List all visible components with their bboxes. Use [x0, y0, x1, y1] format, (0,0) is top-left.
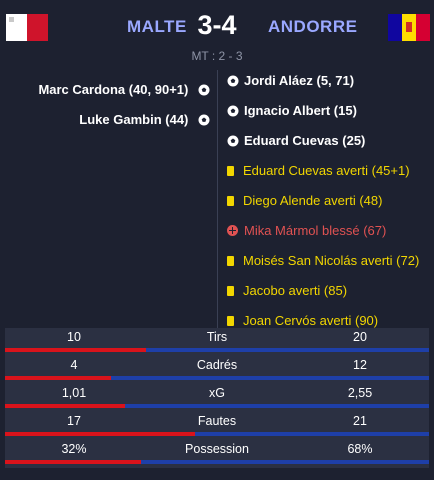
stat-label: Cadrés: [196, 358, 238, 372]
away-card-event: Eduard Cuevas averti (45+1): [227, 162, 410, 180]
away-goal-event: Jordi Aláez (5, 71): [227, 72, 354, 90]
stat-bar-home: [5, 432, 195, 436]
away-goal-event: Eduard Cuevas (25): [227, 132, 365, 150]
home-score: 3: [197, 10, 213, 40]
stat-bar: [5, 376, 429, 380]
halftime-score: MT : 2 - 3: [191, 49, 243, 63]
stat-bar-away: [195, 432, 429, 436]
stat-home-value: 32%: [61, 442, 87, 456]
away-goal-event: Ignacio Albert (15): [227, 102, 357, 120]
stat-home-value: 1,01: [61, 386, 87, 400]
stat-away-value: 68%: [347, 442, 373, 456]
stat-bar-away: [111, 376, 429, 380]
malta-flag-icon: [6, 14, 48, 41]
away-injury-event: Mika Mármol blessé (67): [227, 222, 386, 240]
stat-label: Possession: [185, 442, 249, 456]
match-events: Marc Cardona (40, 90+1) Luke Gambin (44)…: [0, 70, 434, 328]
card-text: Joan Cervós averti (90): [243, 313, 379, 328]
stat-bar: [5, 348, 429, 352]
stat-bar-away: [146, 348, 429, 352]
card-text: Eduard Cuevas averti (45+1): [243, 163, 410, 178]
card-text: Jacobo averti (85): [243, 283, 348, 298]
home-goal-event: Marc Cardona (40, 90+1): [38, 81, 210, 99]
yellow-card-icon: [227, 286, 234, 296]
soccer-ball-icon: [198, 84, 210, 96]
injury-text: Mika Mármol blessé (67): [244, 223, 387, 238]
soccer-ball-icon: [198, 114, 210, 126]
stat-home-value: 17: [67, 414, 81, 428]
away-goal-scorer: Ignacio Albert (15): [244, 103, 357, 118]
yellow-card-icon: [227, 256, 234, 266]
stat-home-value: 10: [67, 330, 81, 344]
home-goal-scorer: Luke Gambin (44): [79, 112, 189, 127]
soccer-ball-icon: [227, 75, 239, 87]
away-goal-scorer: Jordi Aláez (5, 71): [244, 73, 355, 88]
away-card-event: Moisés San Nicolás averti (72): [227, 252, 419, 270]
stat-bar: [5, 432, 429, 436]
stat-away-value: 20: [353, 330, 367, 344]
card-text: Diego Alende averti (48): [243, 193, 383, 208]
card-text: Moisés San Nicolás averti (72): [243, 253, 420, 268]
stat-away-value: 2,55: [347, 386, 373, 400]
match-header: MALTE 3-4 ANDORRE MT : 2 - 3: [0, 0, 434, 66]
away-goal-scorer: Eduard Cuevas (25): [244, 133, 366, 148]
stat-row-possession: 32% Possession 68%: [5, 440, 429, 468]
home-goal-scorer: Marc Cardona (40, 90+1): [38, 82, 189, 97]
stat-bar-away: [125, 404, 429, 408]
home-team-name: MALTE: [127, 17, 187, 36]
stat-away-value: 12: [353, 358, 367, 372]
yellow-card-icon: [227, 166, 234, 176]
andorra-flag-icon: [388, 14, 430, 41]
stat-home-value: 4: [70, 358, 78, 372]
home-goal-event: Luke Gambin (44): [79, 111, 210, 129]
stat-bar-home: [5, 404, 125, 408]
stat-row-xg: 1,01 xG 2,55: [5, 384, 429, 412]
away-card-event: Joan Cervós averti (90): [227, 312, 378, 328]
stat-bar: [5, 460, 429, 464]
stat-label: xG: [209, 386, 225, 400]
stat-bar-home: [5, 460, 141, 464]
stat-bar-home: [5, 348, 146, 352]
stat-bar: [5, 404, 429, 408]
stat-bar-home: [5, 376, 111, 380]
score: 3-4: [186, 10, 248, 41]
stat-label: Fautes: [197, 414, 237, 428]
soccer-ball-icon: [227, 135, 239, 147]
stat-away-value: 21: [353, 414, 367, 428]
soccer-ball-icon: [227, 105, 239, 117]
yellow-card-icon: [227, 316, 234, 326]
stat-row-fouls: 17 Fautes 21: [5, 412, 429, 440]
injury-icon: [227, 225, 238, 236]
stat-label: Tirs: [206, 330, 228, 344]
stat-bar-away: [141, 460, 429, 464]
away-score: 4: [221, 10, 237, 40]
away-team-name: ANDORRE: [268, 17, 358, 36]
stat-row-shots-on-target: 4 Cadrés 12: [5, 356, 429, 384]
away-card-event: Jacobo averti (85): [227, 282, 347, 300]
stat-row-shots: 10 Tirs 20: [5, 328, 429, 356]
away-card-event: Diego Alende averti (48): [227, 192, 382, 210]
yellow-card-icon: [227, 196, 234, 206]
score-separator: -: [212, 10, 222, 40]
